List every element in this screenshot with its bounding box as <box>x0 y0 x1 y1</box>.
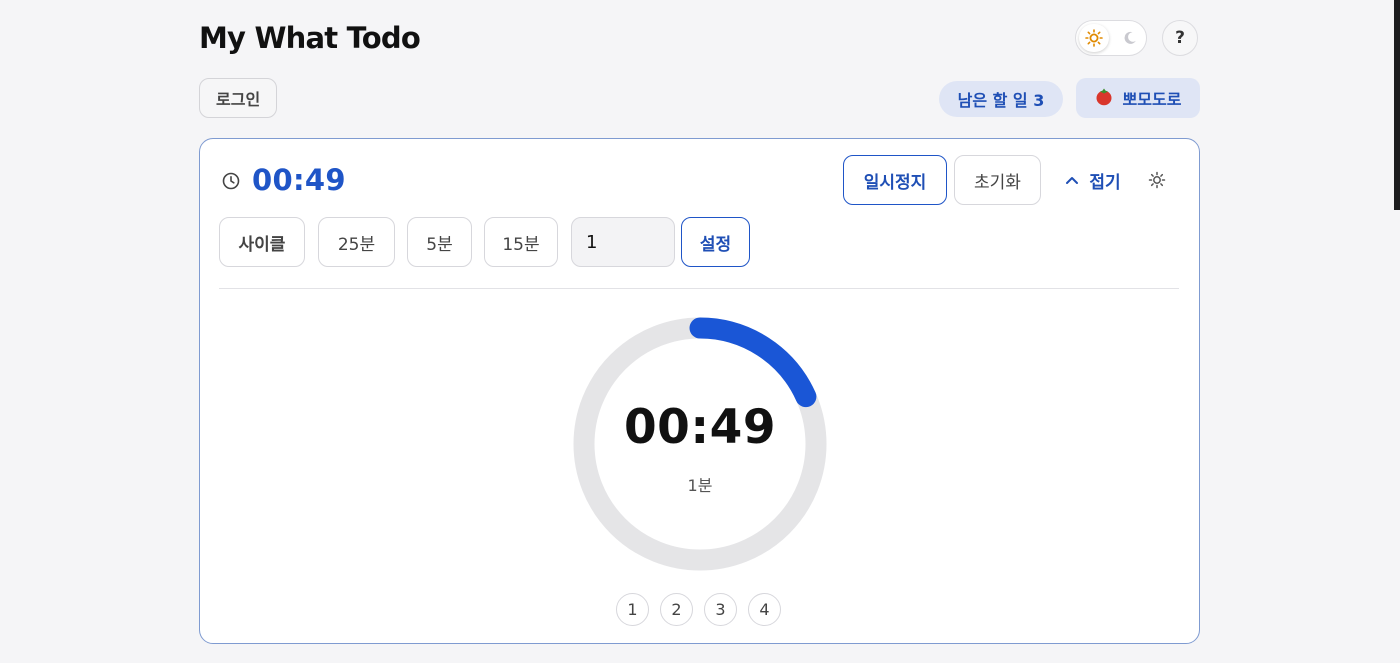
remaining-todo-badge: 남은 할 일 3 <box>939 81 1063 117</box>
login-button[interactable]: 로그인 <box>199 78 278 118</box>
divider <box>219 288 1179 289</box>
timer-ring: 00:49 1분 <box>572 316 828 572</box>
minutes-input[interactable] <box>571 217 675 267</box>
preset-row: 사이클 25분 5분 15분 설정 <box>219 217 1179 267</box>
chevron-up-icon <box>1065 170 1079 190</box>
pomodoro-header: 00:49 일시정지 초기화 접기 <box>200 155 1200 207</box>
help-button[interactable]: ? <box>1162 20 1198 56</box>
tomato-icon <box>1095 86 1113 110</box>
moon-icon[interactable] <box>1118 24 1142 52</box>
pause-button[interactable]: 일시정지 <box>843 155 947 205</box>
cycle-indicators: 1 2 3 4 <box>616 593 786 627</box>
ring-duration-label: 1분 <box>687 476 713 495</box>
preset-5min-button[interactable]: 5분 <box>407 217 472 267</box>
ring-time: 00:49 <box>623 400 777 455</box>
reset-button[interactable]: 초기화 <box>954 155 1041 205</box>
cycle-dot-1[interactable]: 1 <box>616 593 649 626</box>
cycle-dot-3[interactable]: 3 <box>704 593 737 626</box>
preset-cycle-button[interactable]: 사이클 <box>219 217 305 267</box>
pomodoro-panel: 00:49 일시정지 초기화 접기 사이클 25분 5분 15분 1 설정 00… <box>199 138 1200 644</box>
cycle-dot-4[interactable]: 4 <box>748 593 781 626</box>
collapse-label: 접기 <box>1089 172 1121 193</box>
page-title: My What Todo <box>199 21 421 55</box>
preset-25min-button[interactable]: 25분 <box>318 217 395 267</box>
set-button[interactable]: 설정 <box>681 217 750 267</box>
settings-gear-icon[interactable] <box>1147 170 1167 190</box>
clock-icon <box>221 171 241 191</box>
app-container: My What Todo ? 로그인 남은 할 일 3 뽀모도로 00:49 일… <box>199 0 1200 663</box>
theme-toggle[interactable] <box>1075 20 1147 56</box>
header: My What Todo ? <box>199 18 1200 64</box>
pomodoro-label: 뽀모도로 <box>1122 90 1182 109</box>
scrollbar[interactable] <box>1394 0 1400 210</box>
collapse-button[interactable]: 접기 <box>1059 155 1127 205</box>
header-timer: 00:49 <box>252 163 346 197</box>
sun-icon[interactable] <box>1079 24 1109 52</box>
page: My What Todo ? 로그인 남은 할 일 3 뽀모도로 00:49 일… <box>0 0 1400 663</box>
cycle-dot-2[interactable]: 2 <box>660 593 693 626</box>
preset-15min-button[interactable]: 15분 <box>484 217 558 267</box>
pomodoro-button[interactable]: 뽀모도로 <box>1076 78 1200 118</box>
subbar: 로그인 남은 할 일 3 뽀모도로 <box>199 78 1200 120</box>
